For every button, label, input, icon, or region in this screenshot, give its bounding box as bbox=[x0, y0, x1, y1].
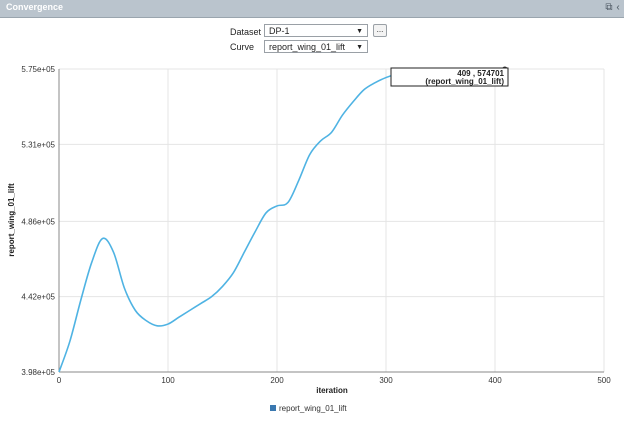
x-tick-label: 0 bbox=[57, 376, 62, 385]
y-tick-label: 4.42e+05 bbox=[21, 293, 55, 302]
x-tick-label: 200 bbox=[270, 376, 284, 385]
y-tick-label: 4.86e+05 bbox=[21, 217, 55, 226]
convergence-chart: 0 100 200 300 400 500 3.98e+05 4.42e+05 4.86e+05… bbox=[7, 65, 611, 413]
x-tick-label: 100 bbox=[161, 376, 175, 385]
y-tick-label: 5.75e+05 bbox=[21, 65, 55, 74]
y-tick-label: 3.98e+05 bbox=[21, 368, 55, 377]
legend: report_wing_01_lift bbox=[270, 404, 347, 413]
tooltip-series: (report_wing_01_lift) bbox=[425, 77, 504, 86]
x-tick-label: 500 bbox=[597, 376, 611, 385]
y-axis-label: report_wing_01_lift bbox=[7, 183, 16, 257]
legend-label: report_wing_01_lift bbox=[279, 404, 347, 413]
series-line bbox=[58, 68, 505, 373]
x-tick-label: 300 bbox=[379, 376, 393, 385]
x-axis-label: iteration bbox=[316, 386, 348, 395]
x-tick-label: 400 bbox=[488, 376, 502, 385]
y-tick-label: 5.31e+05 bbox=[21, 140, 55, 149]
legend-swatch bbox=[270, 405, 276, 411]
data-tooltip: 409 , 574701 (report_wing_01_lift) bbox=[390, 67, 509, 87]
